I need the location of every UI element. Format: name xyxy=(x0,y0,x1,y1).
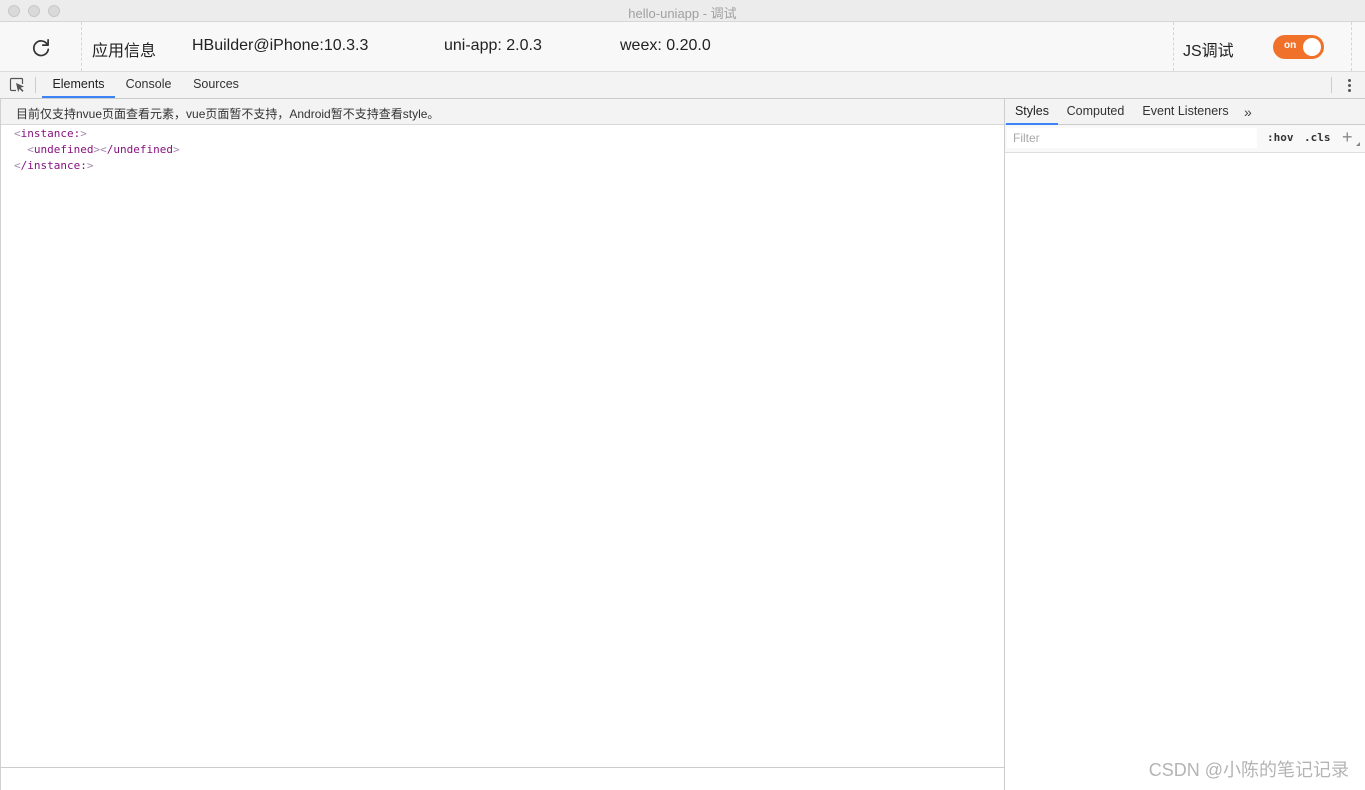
refresh-icon[interactable] xyxy=(30,37,52,59)
dom-tag-name: instance: xyxy=(20,127,81,140)
more-vertical-icon[interactable] xyxy=(1341,77,1357,94)
support-notice: 目前仅支持nvue页面查看元素，vue页面暂不支持，Android暂不支持查看s… xyxy=(16,107,440,121)
tab-styles[interactable]: Styles xyxy=(1006,99,1058,125)
js-debug-label: JS调试 xyxy=(1183,43,1234,60)
device-info: HBuilder@iPhone:10.3.3 xyxy=(192,37,369,54)
support-notice-bar: 目前仅支持nvue页面查看元素，vue页面暂不支持，Android暂不支持查看s… xyxy=(1,99,1004,125)
toolbar-divider xyxy=(35,77,36,93)
toggle-state-label: on xyxy=(1284,40,1297,51)
hover-state-button[interactable]: :hov xyxy=(1267,131,1294,144)
dom-node-instance-close[interactable]: </instance:> xyxy=(14,158,180,174)
toggle-knob xyxy=(1303,38,1321,56)
styles-filter-input[interactable] xyxy=(1007,128,1257,148)
styles-sidebar: Styles Computed Event Listeners » :hov .… xyxy=(1005,99,1365,790)
devtools-tab-strip: Elements Console Sources xyxy=(0,72,1365,99)
add-style-rule-menu-icon[interactable] xyxy=(1356,142,1360,146)
styles-filter-row: :hov .cls + xyxy=(1005,125,1365,153)
divider xyxy=(1351,22,1352,71)
breadcrumb-bar xyxy=(1,767,1004,790)
class-toggle-button[interactable]: .cls xyxy=(1304,131,1331,144)
tab-sources[interactable]: Sources xyxy=(182,72,250,98)
devtools-window: hello-uniapp - 调试 应用信息 HBuilder@iPhone:1… xyxy=(0,0,1365,790)
dom-tag-name: /undefined xyxy=(106,143,173,156)
tab-elements[interactable]: Elements xyxy=(42,72,115,98)
dom-node-undefined[interactable]: <undefined></undefined> xyxy=(14,142,179,158)
dom-node-instance[interactable]: <instance:> xyxy=(14,126,180,142)
weex-version: weex: 0.20.0 xyxy=(620,37,711,54)
app-info-label: 应用信息 xyxy=(92,43,157,60)
watermark-text: CSDN @小陈的笔记记录 xyxy=(1148,760,1349,780)
title-bar: hello-uniapp - 调试 xyxy=(0,0,1365,22)
divider xyxy=(1173,22,1174,71)
tab-event-listeners[interactable]: Event Listeners xyxy=(1133,99,1238,125)
js-debug-toggle[interactable]: on xyxy=(1273,35,1324,59)
divider xyxy=(81,22,82,71)
inspect-element-icon[interactable] xyxy=(9,77,26,94)
dom-tag-name: undefined xyxy=(33,143,94,156)
sidebar-tab-strip: Styles Computed Event Listeners » xyxy=(1005,99,1365,125)
toolbar-divider xyxy=(1331,77,1332,93)
dom-tree: <instance:> <undefined></undefined> </in… xyxy=(14,126,180,174)
elements-panel: 目前仅支持nvue页面查看元素，vue页面暂不支持，Android暂不支持查看s… xyxy=(0,99,1005,790)
app-info-bar: 应用信息 HBuilder@iPhone:10.3.3 uni-app: 2.0… xyxy=(0,22,1365,72)
dom-tag-name: /instance: xyxy=(20,159,87,172)
more-tabs-icon[interactable]: » xyxy=(1244,104,1252,120)
window-title: hello-uniapp - 调试 xyxy=(628,6,737,21)
uni-app-version: uni-app: 2.0.3 xyxy=(444,37,542,54)
tab-computed[interactable]: Computed xyxy=(1058,99,1133,125)
tab-console[interactable]: Console xyxy=(115,72,182,98)
add-style-rule-icon[interactable]: + xyxy=(1342,127,1353,147)
